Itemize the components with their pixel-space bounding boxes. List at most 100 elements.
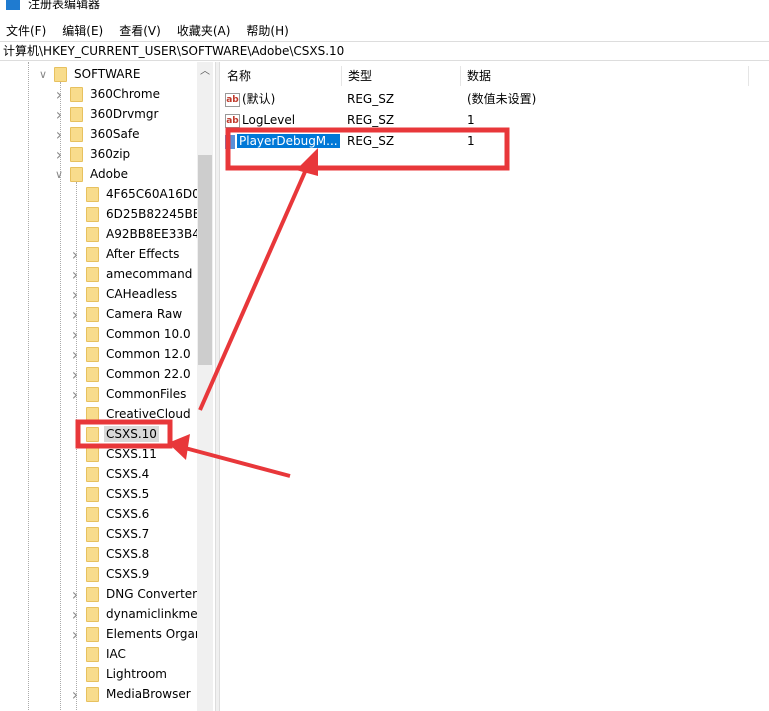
menu-item[interactable]: 收藏夹(A) — [177, 22, 231, 39]
tree-item[interactable]: › 360zip — [54, 144, 132, 164]
tree-item[interactable]: ∨ Adobe — [54, 164, 130, 184]
folder-icon — [86, 506, 99, 522]
tree-scrollbar[interactable]: ︿ — [197, 62, 213, 711]
tree-item[interactable]: › dynamiclinkmec — [70, 604, 206, 624]
folder-icon — [86, 326, 99, 342]
tree-item[interactable]: › DNG Converter — [70, 584, 199, 604]
tree-item[interactable]: IAC — [70, 644, 128, 664]
chevron-right-icon[interactable]: › — [54, 145, 64, 164]
pane-splitter[interactable] — [215, 62, 220, 711]
folder-icon — [86, 346, 99, 362]
tree-item[interactable]: CreativeCloud — [70, 404, 193, 424]
value-name: LogLevel — [242, 113, 296, 127]
column-header-data[interactable]: 数据 — [461, 66, 749, 86]
menu-item[interactable]: 文件(F) — [6, 22, 46, 39]
tree-item-label: 360Chrome — [90, 87, 160, 101]
chevron-right-icon[interactable]: › — [54, 105, 64, 124]
tree-item[interactable]: A92BB8EE33B4 — [70, 224, 202, 244]
chevron-right-icon[interactable]: › — [70, 685, 80, 704]
scroll-up-icon[interactable]: ︿ — [197, 62, 213, 82]
tree-item-label: SOFTWARE — [74, 67, 141, 81]
folder-icon — [70, 126, 83, 142]
folder-icon — [86, 366, 99, 382]
tree-item[interactable]: › Common 12.0 — [70, 344, 193, 364]
column-header-name[interactable]: 名称 — [221, 66, 342, 86]
folder-icon — [70, 146, 83, 162]
value-row[interactable]: PlayerDebugM... — [225, 131, 340, 151]
folder-icon — [86, 286, 99, 302]
chevron-right-icon[interactable]: › — [70, 365, 80, 384]
tree-item[interactable]: CSXS.11 — [70, 444, 159, 464]
chevron-down-icon[interactable]: ∨ — [54, 168, 64, 181]
folder-icon — [86, 406, 99, 422]
scroll-thumb[interactable] — [198, 155, 212, 365]
folder-icon — [86, 306, 99, 322]
tree-item[interactable]: › Common 10.0 — [70, 324, 193, 344]
chevron-right-icon[interactable]: › — [70, 285, 80, 304]
menu-item[interactable]: 帮助(H) — [246, 22, 288, 39]
tree-item[interactable]: › Elements Organ — [70, 624, 205, 644]
folder-icon — [54, 66, 67, 82]
tree-item[interactable]: CSXS.8 — [70, 544, 151, 564]
chevron-right-icon[interactable]: › — [70, 625, 80, 644]
value-data: 1 — [467, 134, 475, 148]
tree-item[interactable]: › 360Safe — [54, 124, 141, 144]
folder-icon — [86, 426, 99, 442]
tree-item-label: Adobe — [90, 167, 128, 181]
tree-item[interactable]: CSXS.5 — [70, 484, 151, 504]
tree-item[interactable]: CSXS.7 — [70, 524, 151, 544]
value-type: REG_SZ — [347, 113, 395, 127]
chevron-right-icon[interactable]: › — [70, 325, 80, 344]
tree-item[interactable]: › Camera Raw — [70, 304, 184, 324]
folder-icon — [86, 606, 99, 622]
chevron-right-icon[interactable]: › — [70, 245, 80, 264]
tree-item-label: After Effects — [106, 247, 180, 261]
tree-item-label: CSXS.5 — [106, 487, 150, 501]
chevron-right-icon[interactable]: › — [54, 125, 64, 144]
tree-item-label: CSXS.4 — [106, 467, 150, 481]
tree-item-label: CSXS.10 — [104, 426, 159, 442]
tree-item[interactable]: › 360Chrome — [54, 84, 162, 104]
value-type: REG_SZ — [347, 134, 395, 148]
chevron-down-icon[interactable]: ∨ — [38, 68, 48, 81]
tree-item[interactable]: CSXS.4 — [70, 464, 151, 484]
tree-item[interactable]: CSXS.6 — [70, 504, 151, 524]
tree-item-label: CAHeadless — [106, 287, 178, 301]
chevron-right-icon[interactable]: › — [70, 605, 80, 624]
folder-icon — [86, 186, 99, 202]
menu-bar: 文件(F) 编辑(E) 查看(V) 收藏夹(A) 帮助(H) — [0, 20, 299, 40]
chevron-right-icon[interactable]: › — [54, 85, 64, 104]
tree-item-label: amecommand — [106, 267, 193, 281]
tree-item[interactable]: Lightroom — [70, 664, 169, 684]
folder-icon — [70, 106, 83, 122]
tree-item[interactable]: › Common 22.0 — [70, 364, 193, 384]
menu-item[interactable]: 编辑(E) — [62, 22, 103, 39]
tree-item[interactable]: › MediaBrowser — [70, 684, 193, 704]
chevron-right-icon[interactable]: › — [70, 585, 80, 604]
value-row[interactable]: ab LogLevel — [225, 110, 295, 130]
tree-item[interactable]: › CAHeadless — [70, 284, 179, 304]
chevron-right-icon[interactable]: › — [70, 345, 80, 364]
tree-item[interactable]: 4F65C60A16D0 — [70, 184, 202, 204]
tree-item-label: 360zip — [90, 147, 131, 161]
folder-icon — [86, 666, 99, 682]
folder-icon — [86, 566, 99, 582]
tree-item[interactable]: ∨ SOFTWARE — [38, 64, 142, 84]
folder-icon — [86, 586, 99, 602]
chevron-right-icon[interactable]: › — [70, 385, 80, 404]
tree-item[interactable]: › After Effects — [70, 244, 181, 264]
tree-item[interactable]: › CommonFiles — [70, 384, 188, 404]
tree-item[interactable]: › amecommand — [70, 264, 194, 284]
binary-value-icon — [225, 134, 235, 149]
column-header-type[interactable]: 类型 — [342, 66, 461, 86]
menu-item[interactable]: 查看(V) — [119, 22, 161, 39]
chevron-right-icon[interactable]: › — [70, 265, 80, 284]
value-type: REG_SZ — [347, 92, 395, 106]
value-row[interactable]: ab (默认) — [225, 89, 275, 109]
chevron-right-icon[interactable]: › — [70, 305, 80, 324]
tree-item[interactable]: 6D25B82245BE — [70, 204, 202, 224]
tree-item[interactable]: › 360Drvmgr — [54, 104, 160, 124]
tree-item[interactable]: CSXS.10 — [70, 424, 159, 444]
address-bar[interactable]: 计算机\HKEY_CURRENT_USER\SOFTWARE\Adobe\CSX… — [0, 41, 769, 61]
tree-item[interactable]: CSXS.9 — [70, 564, 151, 584]
